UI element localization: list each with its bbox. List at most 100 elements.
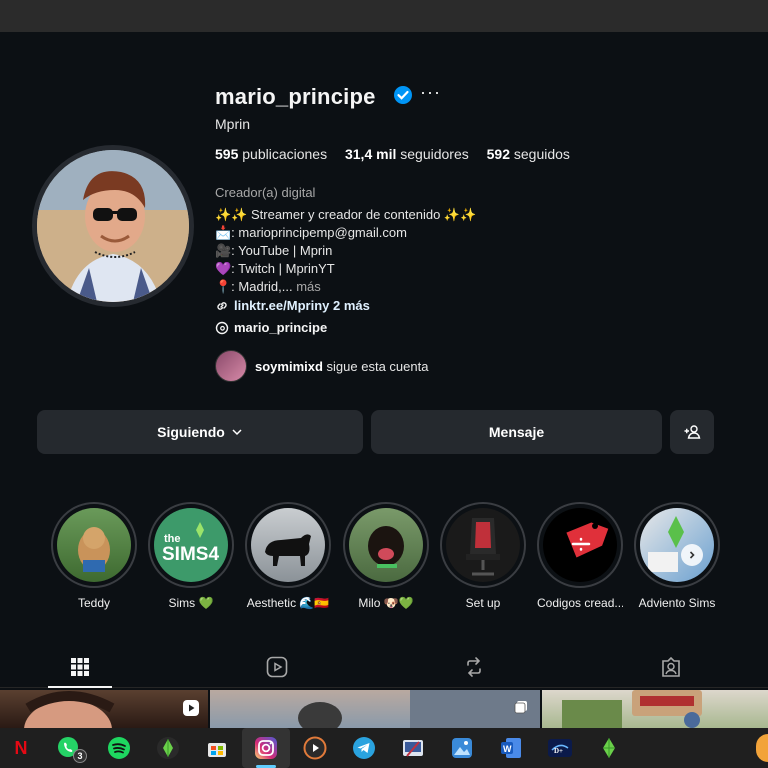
highlight-label: Adviento Sims — [638, 596, 716, 610]
browser-top-bar — [0, 0, 768, 32]
tab-posts[interactable] — [60, 652, 100, 682]
bio-link[interactable]: linktr.ee/Mprin — [234, 298, 322, 313]
threads-icon — [215, 321, 229, 334]
following-stat[interactable]: 592 seguidos — [487, 146, 570, 162]
microsoft-store-icon[interactable] — [204, 735, 230, 761]
highlight-label: Teddy — [77, 596, 111, 610]
tabs-divider — [0, 687, 768, 688]
windows-taskbar: N 3 W D+ — [0, 728, 768, 768]
profile-photo — [37, 150, 189, 302]
threads-handle[interactable]: mario_principe — [234, 320, 327, 335]
posts-label: publicaciones — [238, 146, 328, 162]
followers-count: 31,4 mil — [344, 146, 397, 162]
highlight-label: Sims 💚 — [168, 596, 214, 610]
profile-stats: 595 publicaciones 31,4 mil seguidores 59… — [215, 146, 584, 162]
following-label: seguidos — [510, 146, 570, 162]
repost-icon — [467, 657, 481, 677]
suggest-people-button[interactable] — [670, 410, 714, 454]
bio-line: 📍: Madrid,... más — [215, 278, 476, 296]
more-options-button[interactable]: ··· — [420, 82, 441, 103]
post-thumbnail[interactable] — [0, 690, 208, 728]
highlight-item[interactable]: Adviento Sims — [634, 502, 720, 610]
threads-link-row[interactable]: mario_principe — [215, 320, 327, 335]
post-image — [562, 690, 702, 728]
profile-avatar[interactable] — [32, 145, 194, 307]
highlight-item[interactable]: Set up — [440, 502, 526, 610]
reels-icon — [266, 656, 288, 678]
follower-username: soymimixd — [255, 358, 323, 374]
grid-icon — [71, 658, 89, 676]
bio-line: 🎥: YouTube | Mprin — [215, 243, 333, 258]
bull-silhouette — [265, 534, 311, 566]
price-tag-icon — [566, 522, 609, 558]
whatsapp-icon[interactable]: 3 — [56, 735, 87, 763]
highlight-item[interactable]: Milo 🐶💚 — [343, 502, 429, 610]
highlight-item[interactable]: Teddy — [51, 502, 137, 610]
followed-by-text: sigue esta cuenta — [322, 358, 429, 374]
word-icon[interactable]: W — [498, 735, 524, 761]
bio-line: ✨✨ Streamer y creador de contenido ✨✨ — [215, 207, 477, 222]
posts-count: 595 — [215, 146, 239, 162]
add-person-icon — [684, 425, 701, 439]
followers-label: seguidores — [396, 146, 469, 162]
highlight-label: Codigos cread... — [537, 596, 623, 610]
netflix-icon[interactable]: N — [8, 735, 34, 761]
link-icon — [217, 301, 227, 310]
bio-category: Creador(a) digital — [215, 185, 316, 200]
following-button-label: Siguiendo — [157, 424, 225, 440]
bio-link-suffix: y 2 más — [322, 298, 370, 313]
message-button[interactable]: Mensaje — [371, 410, 662, 454]
svg-text:W: W — [503, 744, 512, 754]
following-button[interactable]: Siguiendo — [37, 410, 363, 454]
active-tab-indicator — [48, 686, 112, 688]
posts-stat[interactable]: 595 publicaciones — [215, 146, 327, 162]
highlight-label: Set up — [465, 596, 501, 610]
instagram-icon[interactable] — [253, 735, 279, 761]
sims-plumbob-icon[interactable] — [596, 735, 622, 761]
chevron-down-icon — [232, 429, 242, 436]
sims4-logo: the SIMS4 — [162, 522, 219, 565]
svg-text:SIMS4: SIMS4 — [162, 544, 219, 565]
telegram-icon[interactable] — [351, 735, 377, 761]
highlight-item[interactable]: Aesthetic 🌊🇪🇸 — [245, 502, 331, 610]
profile-full-name: Mprin — [215, 116, 251, 132]
sims-plumbob-icon[interactable] — [155, 735, 181, 761]
bio-link-row[interactable]: linktr.ee/Mprin y 2 más — [215, 298, 370, 313]
profile-bio: Creador(a) digital ✨✨ Streamer y creador… — [215, 184, 476, 296]
following-count: 592 — [486, 146, 510, 162]
highlight-item[interactable]: Codigos cread... — [537, 502, 623, 610]
instagram-profile-page: mario_principe ··· Mprin 595 publicacion… — [0, 32, 768, 688]
tagged-icon — [662, 656, 680, 677]
post-thumbnail[interactable] — [210, 690, 540, 728]
message-button-label: Mensaje — [488, 424, 545, 440]
disney-plus-icon[interactable]: D+ — [547, 735, 573, 761]
verified-badge-icon — [394, 86, 412, 104]
snipping-tool-icon[interactable] — [400, 735, 426, 761]
media-player-icon[interactable] — [302, 735, 328, 761]
post-image — [298, 690, 540, 728]
tab-reels[interactable] — [257, 652, 297, 682]
profile-username: mario_principe — [215, 84, 376, 109]
chevron-right-icon — [689, 551, 695, 559]
svg-text:D+: D+ — [554, 747, 563, 755]
dog-photo — [78, 527, 110, 572]
bio-more-link[interactable]: más — [293, 279, 321, 294]
highlight-label: Aesthetic 🌊🇪🇸 — [246, 596, 330, 610]
reel-indicator-icon — [183, 700, 199, 716]
bio-line: 💜: Twitch | MprinYT — [215, 261, 335, 276]
spotify-icon[interactable] — [106, 735, 132, 761]
followers-stat[interactable]: 31,4 mil seguidores — [345, 146, 469, 162]
highlights-next-button[interactable] — [681, 544, 703, 566]
highlight-label: Milo 🐶💚 — [358, 596, 414, 610]
whatsapp-badge: 3 — [73, 749, 87, 763]
post-thumbnail[interactable] — [542, 690, 768, 728]
photos-icon[interactable] — [449, 735, 475, 761]
follower-avatar — [215, 350, 247, 382]
highlight-item[interactable]: the SIMS4 Sims 💚 — [148, 502, 234, 610]
bio-location: 📍: Madrid,... — [215, 279, 293, 294]
followed-by[interactable]: soymimixd sigue esta cuenta — [215, 350, 428, 382]
tab-tagged[interactable] — [651, 652, 691, 682]
tab-reposts[interactable] — [454, 652, 494, 682]
gaming-chair-photo — [466, 518, 500, 576]
weather-widget[interactable] — [756, 734, 768, 762]
